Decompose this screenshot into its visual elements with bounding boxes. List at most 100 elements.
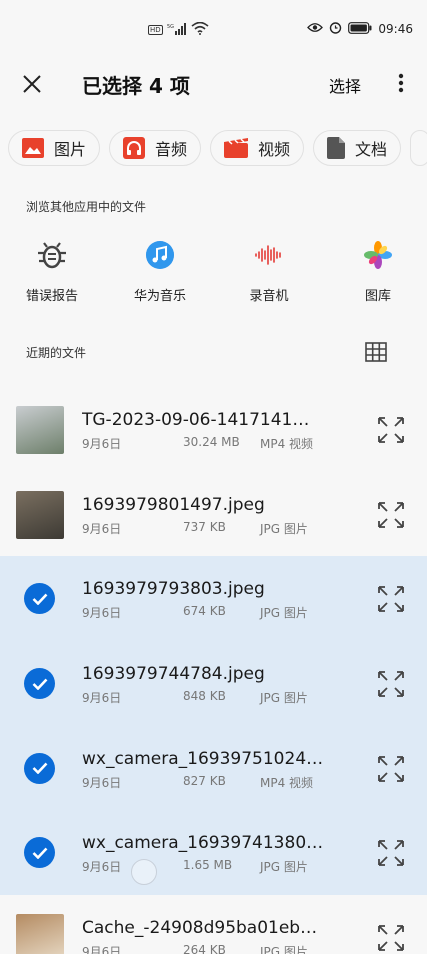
- eye-icon: [307, 22, 324, 36]
- browse-apps-list: 错误报告 华为音乐 录音机 图库: [0, 238, 427, 312]
- file-row[interactable]: Cache_-24908d95ba01eb… 9月6日 264 KB JPG 图片: [0, 895, 427, 954]
- browse-apps-heading: 浏览其他应用中的文件: [26, 200, 147, 214]
- app-label: 录音机: [249, 289, 289, 304]
- file-date: 9月6日: [82, 606, 122, 621]
- file-name: wx_camera_16939741380…: [82, 833, 324, 854]
- file-type: JPG 图片: [260, 606, 308, 621]
- file-name: TG-2023-09-06-1417141…: [82, 410, 310, 430]
- file-date: 9月6日: [82, 691, 122, 706]
- document-icon: [327, 137, 346, 159]
- file-size: 264 KB: [183, 943, 226, 954]
- category-chips: 图片 音频 视频 文档: [8, 130, 427, 166]
- more-options-button[interactable]: [389, 68, 413, 98]
- app-label: 图库: [364, 289, 391, 304]
- file-row[interactable]: wx_camera_16939741380… 9月6日 1.65 MB JPG 图片: [0, 810, 427, 896]
- file-size: 827 KB: [183, 773, 226, 788]
- file-size: 674 KB: [183, 604, 226, 619]
- file-type: JPG 图片: [260, 860, 308, 875]
- app-bug-report[interactable]: 错误报告: [12, 238, 92, 304]
- file-date: 9月6日: [82, 775, 122, 790]
- file-size: 737 KB: [183, 519, 226, 534]
- file-name: 1693979793803.jpeg: [82, 579, 265, 600]
- chip-audio[interactable]: 音频: [109, 130, 202, 166]
- bug-icon: [38, 242, 66, 269]
- clock-time: 09:46: [378, 22, 413, 36]
- file-date: 9月6日: [82, 521, 122, 536]
- chip-label: 图片: [54, 140, 87, 159]
- expand-preview-icon[interactable]: [377, 670, 405, 698]
- file-type: MP4 视频: [260, 775, 314, 790]
- hd-badge: HD: [148, 25, 163, 35]
- app-bar: 已选择 4 项 选择: [0, 56, 427, 112]
- status-indicators: HD 5G: [148, 21, 209, 38]
- status-bar: HD 5G 09:46: [0, 0, 427, 56]
- file-date: 9月6日: [82, 945, 122, 954]
- sound-wave-icon: [255, 245, 281, 265]
- file-size: 1.65 MB: [183, 858, 233, 873]
- file-row[interactable]: wx_camera_16939751024… 9月6日 827 KB MP4 视频: [0, 725, 427, 811]
- wifi-icon: [191, 21, 209, 38]
- expand-preview-icon[interactable]: [377, 839, 405, 867]
- chip-more[interactable]: [410, 130, 427, 166]
- file-date: 9月6日: [82, 860, 122, 875]
- selected-check-icon[interactable]: [24, 583, 55, 615]
- expand-preview-icon[interactable]: [377, 585, 405, 613]
- chip-label: 文档: [355, 140, 388, 159]
- expand-preview-icon[interactable]: [377, 924, 405, 952]
- file-date: 9月6日: [82, 437, 122, 451]
- file-thumbnail: [16, 914, 64, 954]
- chip-documents[interactable]: 文档: [313, 130, 402, 166]
- select-all-button[interactable]: 选择: [329, 73, 361, 97]
- video-clapper-icon: [224, 138, 249, 158]
- file-name: 1693979744784.jpeg: [82, 664, 265, 685]
- expand-preview-icon[interactable]: [377, 416, 405, 444]
- file-list: TG-2023-09-06-1417141… 9月6日 30.24 MB MP4 视频…: [0, 387, 427, 954]
- alarm-icon: [329, 21, 342, 37]
- gallery-flower-icon: [364, 241, 392, 269]
- file-thumbnail: [16, 490, 64, 539]
- file-type: MP4 视频: [260, 437, 314, 451]
- file-type: JPG 图片: [260, 945, 308, 954]
- file-name: wx_camera_16939751024…: [82, 748, 324, 769]
- music-note-icon: [146, 241, 174, 269]
- status-right: 09:46: [307, 21, 413, 37]
- file-row[interactable]: 1693979744784.jpeg 9月6日 848 KB JPG 图片: [0, 641, 427, 726]
- file-type: JPG 图片: [260, 521, 308, 536]
- app-label: 错误报告: [25, 289, 78, 304]
- file-row[interactable]: 1693979801497.jpeg 9月6日 737 KB JPG 图片: [0, 472, 427, 557]
- signal-icon: 5G: [167, 22, 187, 38]
- recent-files-heading: 近期的文件: [26, 346, 87, 360]
- touch-indicator: [131, 859, 157, 885]
- selected-check-icon[interactable]: [24, 752, 55, 784]
- app-gallery[interactable]: 图库: [338, 238, 418, 304]
- file-size: 848 KB: [183, 689, 226, 704]
- file-size: 30.24 MB: [183, 435, 240, 449]
- file-name: Cache_-24908d95ba01eb…: [82, 918, 318, 939]
- expand-preview-icon[interactable]: [377, 501, 405, 529]
- close-button[interactable]: [14, 66, 50, 102]
- app-label: 华为音乐: [133, 289, 186, 304]
- app-huawei-music[interactable]: 华为音乐: [120, 238, 200, 304]
- chip-label: 视频: [258, 140, 291, 159]
- more-vertical-icon: [398, 73, 404, 93]
- chip-images[interactable]: 图片: [8, 130, 101, 166]
- svg-text:5G: 5G: [167, 24, 174, 30]
- grid-view-icon: [365, 342, 387, 362]
- grid-view-button[interactable]: [365, 342, 387, 362]
- file-type: JPG 图片: [260, 691, 308, 706]
- app-recorder[interactable]: 录音机: [229, 238, 309, 304]
- file-name: 1693979801497.jpeg: [82, 494, 265, 515]
- chip-label: 音频: [155, 140, 188, 159]
- file-row[interactable]: 1693979793803.jpeg 9月6日 674 KB JPG 图片: [0, 556, 427, 642]
- selected-check-icon[interactable]: [24, 668, 55, 700]
- image-icon: [22, 138, 44, 158]
- battery-icon: [348, 21, 372, 37]
- expand-preview-icon[interactable]: [377, 755, 405, 783]
- headphones-icon: [123, 137, 146, 159]
- page-title: 已选择 4 项: [82, 74, 190, 98]
- file-row[interactable]: TG-2023-09-06-1417141… 9月6日 30.24 MB MP4 视频: [0, 387, 427, 472]
- selected-check-icon[interactable]: [24, 837, 55, 869]
- chip-video[interactable]: 视频: [210, 130, 305, 166]
- close-icon: [23, 75, 41, 93]
- file-thumbnail: [16, 406, 64, 454]
